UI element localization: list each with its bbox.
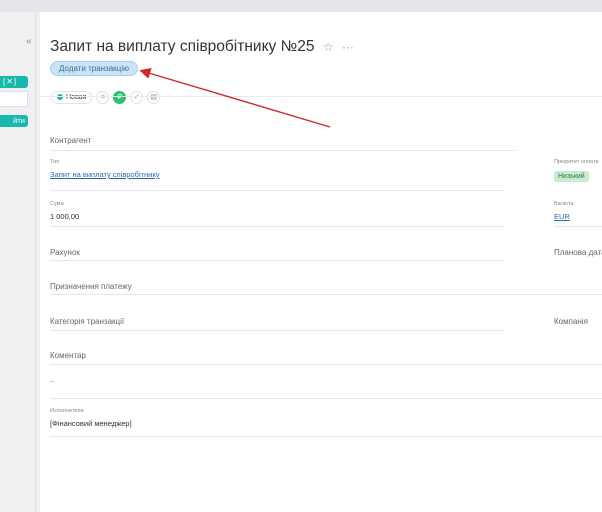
annotation-arrow — [139, 68, 331, 128]
